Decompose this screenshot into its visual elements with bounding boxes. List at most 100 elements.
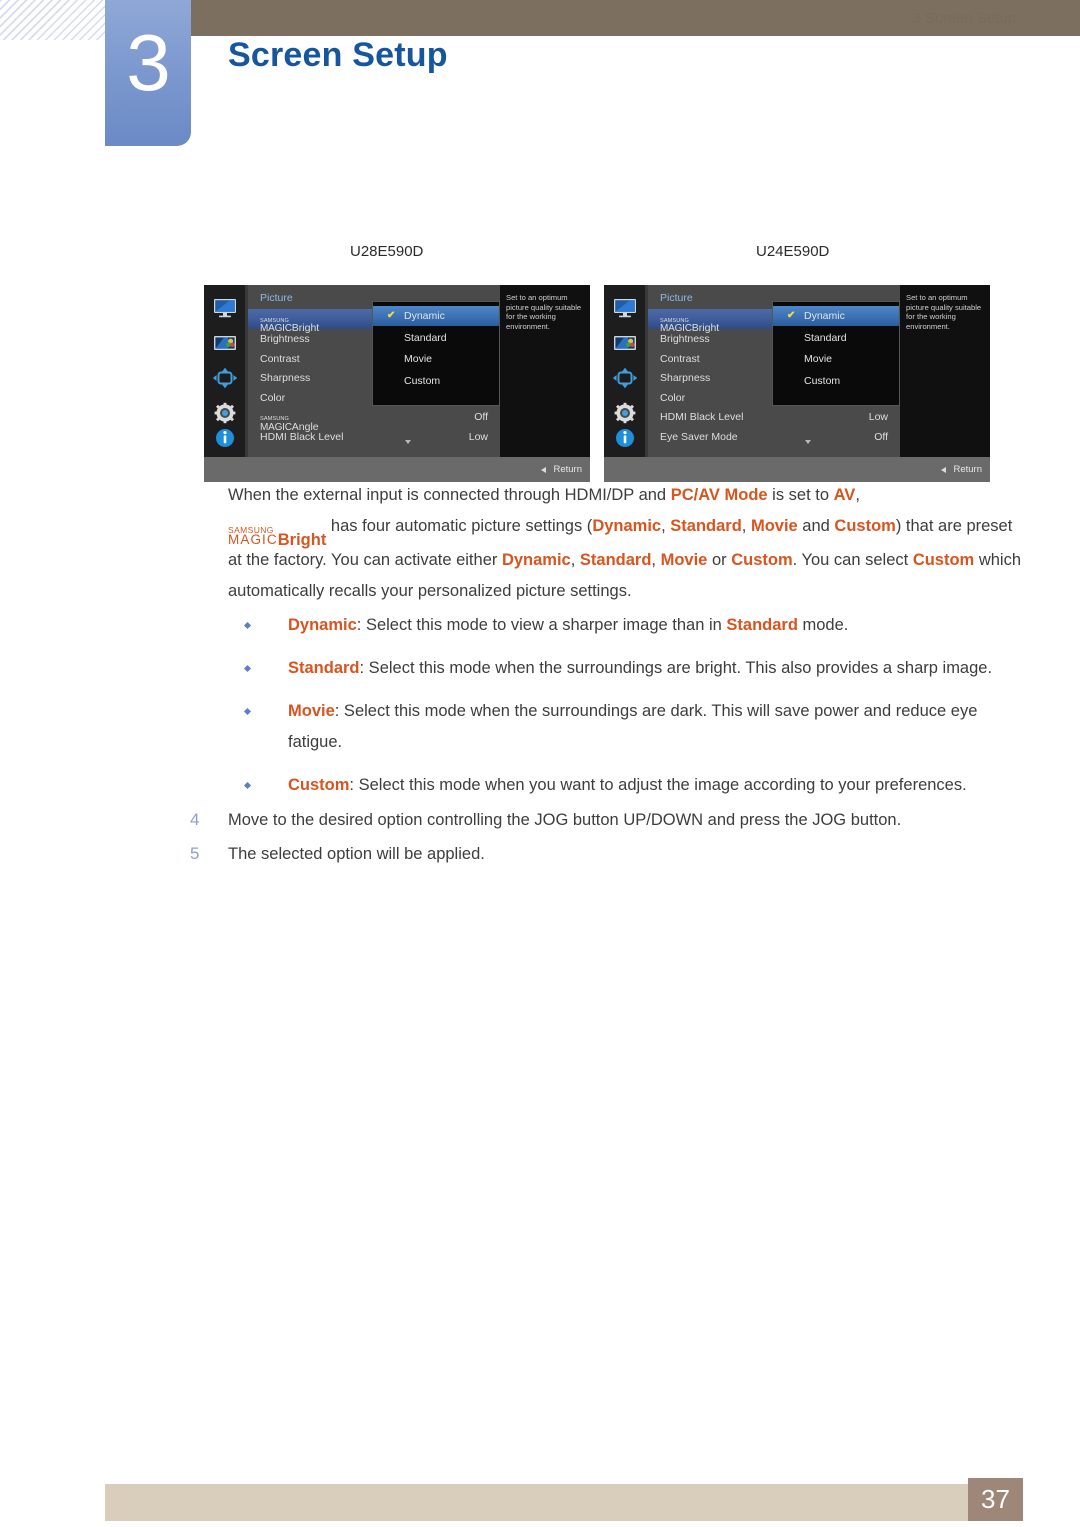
osd-row-magicangle[interactable]: SAMSUNG MAGIC Angle Off [248, 407, 500, 432]
osd-submenu-item-custom[interactable]: Custom [773, 371, 899, 391]
body-paragraph: When the external input is connected thr… [228, 480, 1028, 607]
highlight-custom: Custom [731, 550, 793, 569]
list-item-text: : Select this mode to view a sharper ima… [356, 616, 727, 634]
numbered-steps: 4 Move to the desired option controlling… [190, 803, 1030, 871]
osd-submenu-item-movie[interactable]: Movie [773, 349, 899, 369]
highlight-pcav-mode: PC/AV Mode [670, 486, 768, 504]
manual-page: 3 Screen Setup U28E590D U24E590D Picture… [0, 0, 1080, 1527]
osd-return-label[interactable]: Return [553, 464, 582, 475]
paragraph-text: and [797, 517, 835, 535]
osd-submenu-label: Movie [404, 353, 433, 366]
highlight-custom: Custom [834, 517, 896, 535]
list-item: Dynamic: Select this mode to view a shar… [228, 610, 1028, 641]
paragraph-text: When the external input is connected thr… [228, 486, 671, 504]
step-text: Move to the desired option controlling t… [228, 811, 902, 829]
osd-row-label: Contrast [660, 352, 700, 365]
scroll-down-indicator-icon [805, 440, 811, 444]
monitor-icon[interactable] [212, 297, 238, 319]
osd-row-label: HDMI Black Level [260, 431, 344, 443]
osd-row-label: Contrast [260, 352, 300, 365]
gear-icon[interactable] [212, 402, 238, 424]
osd-submenu-magicbright: ✔ Dynamic Standard Movie Custom [372, 301, 500, 406]
step-text: The selected option will be applied. [228, 845, 485, 863]
footer-label: 3 Screen Setup [912, 10, 1016, 27]
osd-submenu-label: Custom [804, 374, 841, 387]
osd-row-label: Color [660, 391, 686, 404]
page-number: 37 [981, 1484, 1010, 1514]
osd-row-label: Brightness [660, 333, 710, 345]
list-item-text: : Select this mode when the surroundings… [359, 659, 993, 677]
navigation-arrows-icon[interactable] [212, 367, 238, 389]
osd-submenu-item-dynamic[interactable]: ✔ Dynamic [373, 306, 499, 326]
osd-return-bar: Return [204, 457, 590, 482]
step-item: 5 The selected option will be applied. [190, 837, 1030, 871]
checkmark-icon: ✔ [787, 310, 796, 321]
list-item-text: : Select this mode when the surroundings… [288, 702, 978, 751]
osd-row-eye-saver-mode[interactable]: Eye Saver Mode Off [648, 427, 900, 447]
osd-row-label: HDMI Black Level [660, 411, 744, 424]
gear-icon[interactable] [612, 402, 638, 424]
osd-caption-right: U24E590D [756, 243, 830, 260]
list-item-term: Dynamic [288, 616, 357, 634]
highlight-standard: Standard [579, 550, 652, 569]
osd-submenu-label: Dynamic [804, 310, 845, 322]
highlight-av: AV [833, 486, 856, 504]
magic-suffix-text: Bright [277, 530, 327, 549]
osd-icon-rail [604, 285, 645, 457]
osd-submenu-label: Custom [404, 374, 441, 387]
checkmark-icon: ✔ [387, 310, 396, 321]
osd-row-value: Off [874, 431, 888, 443]
osd-row-hdmi-black-level[interactable]: HDMI Black Level Low [248, 427, 500, 447]
picture-icon[interactable] [212, 332, 238, 354]
osd-submenu-item-standard[interactable]: Standard [773, 328, 899, 348]
osd-info-pane: Set to an optimum picture quality suitab… [900, 285, 990, 457]
osd-panel-title: Picture [660, 292, 693, 304]
osd-info-pane: Set to an optimum picture quality suitab… [500, 285, 590, 457]
osd-panel-title: Picture [260, 292, 293, 304]
bullet-diamond-icon [243, 707, 252, 716]
info-icon[interactable] [612, 427, 638, 449]
decorative-hatch-pattern [0, 0, 108, 40]
osd-submenu-item-dynamic[interactable]: ✔ Dynamic [773, 306, 899, 326]
osd-submenu-label: Movie [804, 353, 833, 366]
step-item: 4 Move to the desired option controlling… [190, 803, 1030, 837]
osd-screenshot-u24e590d: Picture SAMSUNG MAGIC Bright Brightness [604, 285, 990, 482]
info-icon[interactable] [212, 427, 238, 449]
picture-icon[interactable] [612, 332, 638, 354]
list-item-term: Standard [288, 659, 360, 677]
paragraph-text: or [707, 550, 732, 569]
footer-bar [105, 1484, 1023, 1521]
scroll-down-indicator-icon [405, 440, 411, 444]
page-title: Screen Setup [228, 36, 448, 74]
magic-big-text: MAGIC [228, 532, 278, 547]
osd-submenu-item-standard[interactable]: Standard [373, 328, 499, 348]
paragraph-text: . You can select [792, 550, 913, 569]
highlight-standard: Standard [670, 517, 742, 535]
osd-return-bar: Return [604, 457, 990, 482]
step-number: 4 [190, 810, 200, 829]
paragraph-text: has four automatic picture settings ( [326, 517, 593, 535]
osd-submenu-label: Standard [804, 331, 847, 344]
highlight-dynamic: Dynamic [501, 550, 571, 569]
bullet-diamond-icon [243, 621, 252, 630]
osd-info-text: Set to an optimum picture quality suitab… [906, 293, 982, 331]
osd-row-label: Brightness [260, 333, 310, 345]
list-item-term: Custom [288, 776, 350, 794]
osd-submenu-item-custom[interactable]: Custom [373, 371, 499, 391]
osd-row-hdmi-black-level[interactable]: HDMI Black Level Low [648, 407, 900, 427]
osd-return-label[interactable]: Return [953, 464, 982, 475]
paragraph-text: , [570, 550, 580, 569]
return-arrow-icon [541, 466, 546, 473]
monitor-icon[interactable] [612, 297, 638, 319]
paragraph-text: , [661, 517, 671, 535]
list-item-text: mode. [797, 616, 849, 634]
list-item-term: Movie [288, 702, 335, 720]
highlight-custom: Custom [912, 550, 975, 569]
step-number: 5 [190, 844, 200, 863]
osd-submenu-item-movie[interactable]: Movie [373, 349, 499, 369]
osd-submenu-label: Standard [404, 331, 447, 344]
paragraph-text: , [741, 517, 751, 535]
osd-caption-left: U28E590D [350, 243, 424, 260]
osd-row-label: Eye Saver Mode [660, 431, 738, 443]
navigation-arrows-icon[interactable] [612, 367, 638, 389]
